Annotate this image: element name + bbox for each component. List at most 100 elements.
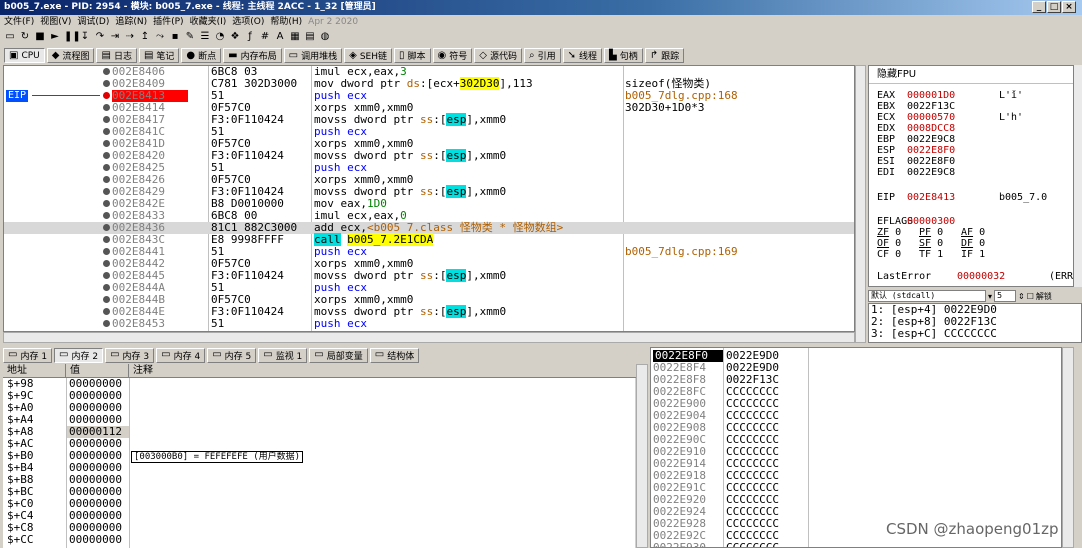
register-row[interactable]: EBP 0022E9C8 <box>877 134 999 145</box>
chevron-down-icon[interactable]: ▾ <box>988 292 992 301</box>
notepad-icon[interactable]: ▤ <box>304 31 316 43</box>
register-value[interactable]: 0022E9C8 <box>907 134 999 145</box>
bookmark-icon[interactable]: ❖ <box>229 31 241 43</box>
menu-item[interactable]: 收藏夹(I) <box>190 15 227 29</box>
fpu-toggle-header[interactable]: 隐藏FPU <box>869 66 1073 84</box>
breakpoint-dot-icon[interactable] <box>103 200 110 207</box>
flag[interactable]: ZF 0 <box>877 227 919 238</box>
minimize-button[interactable]: _ <box>1032 1 1046 13</box>
register-row[interactable]: ESI 0022E8F0 <box>877 156 999 167</box>
breakpoint-dot-icon[interactable] <box>103 308 110 315</box>
tab-notes[interactable]: ▤ 笔记 <box>138 48 180 63</box>
disasm-vertical-scrollbar[interactable] <box>855 65 866 343</box>
tab-内存-1[interactable]: ▭ 内存 1 <box>3 347 53 363</box>
flag[interactable]: OF 0 <box>877 238 919 249</box>
flag[interactable]: TF 1 <box>919 249 961 260</box>
help-icon[interactable]: ◍ <box>319 31 331 43</box>
flag[interactable]: AF 0 <box>961 227 1003 238</box>
register-value[interactable]: 00000032 <box>957 271 1049 282</box>
stop-icon[interactable]: ■ <box>34 31 46 43</box>
menu-item[interactable]: 选项(O) <box>232 15 264 29</box>
breakpoint-dot-icon[interactable] <box>103 116 110 123</box>
trace-into-icon[interactable]: ⇥ <box>109 31 121 43</box>
flag[interactable]: CF 0 <box>877 249 919 260</box>
breakpoint-dot-icon[interactable] <box>103 188 110 195</box>
breakpoint-dot-icon[interactable] <box>103 212 110 219</box>
run-icon[interactable]: ► <box>49 31 61 43</box>
spinner-arrows-icon[interactable]: ⇕ <box>1018 292 1025 301</box>
register-value[interactable]: 0022F13C <box>907 101 999 112</box>
breakpoint-dot-icon[interactable] <box>103 176 110 183</box>
hash-icon[interactable]: # <box>259 31 271 43</box>
stack-view[interactable]: 0022E8F0 0022E9D0 0022E8F4 0022E9D0 0022E8F8… <box>650 347 1062 548</box>
calling-convention-select[interactable]: 默认 (stdcall) <box>868 290 986 302</box>
calculator-icon[interactable]: ▦ <box>289 31 301 43</box>
tab-threads[interactable]: ➘ 线程 <box>562 48 603 63</box>
column-header-comment[interactable]: 注释 <box>129 364 635 377</box>
label-icon[interactable]: ◔ <box>214 31 226 43</box>
menu-item[interactable]: 帮助(H) <box>270 15 302 29</box>
breakpoint-dot-icon[interactable] <box>103 260 110 267</box>
breakpoint-dot-icon[interactable] <box>103 272 110 279</box>
stack-scrollbar[interactable] <box>1062 347 1074 548</box>
breakpoint-dot-icon[interactable] <box>103 320 110 327</box>
tab-source[interactable]: ◇ 源代码 <box>474 48 522 63</box>
tab-seh[interactable]: ◈ SEH链 <box>344 48 392 63</box>
tab-局部变量[interactable]: ▭ 局部变量 <box>309 347 368 363</box>
tab-cpu[interactable]: ▣ CPU <box>4 48 45 63</box>
breakpoint-dot-icon[interactable] <box>103 248 110 255</box>
memory-row[interactable]: $+CC 00000000 <box>3 534 635 546</box>
register-row[interactable]: ESP 0022E8F0 <box>877 145 999 156</box>
tab-handles[interactable]: ▙ 句柄 <box>604 48 643 63</box>
tab-script[interactable]: ▯ 脚本 <box>393 48 431 63</box>
register-row[interactable]: EIP 002E8413 b005_7.0 <box>877 192 1047 203</box>
breakpoint-dot-icon[interactable] <box>103 284 110 291</box>
register-value[interactable]: 000001D0 <box>907 90 999 101</box>
close-button[interactable]: × <box>1062 1 1076 13</box>
call-arguments-list[interactable]: 1: [esp+4] 0022E9D0 2: [esp+8] 0022F13C 3:… <box>868 303 1082 343</box>
column-header-address[interactable]: 地址 <box>3 364 66 377</box>
scylla-icon[interactable]: ▪ <box>169 31 181 43</box>
breakpoint-dot-icon[interactable] <box>103 224 110 231</box>
tab-symbols[interactable]: ◉ 符号 <box>432 48 473 63</box>
patch-icon[interactable]: ✎ <box>184 31 196 43</box>
disasm-horizontal-scrollbar[interactable] <box>3 332 855 343</box>
trace-over-icon[interactable]: ⇢ <box>124 31 136 43</box>
tab-内存-4[interactable]: ▭ 内存 4 <box>156 347 206 363</box>
register-row[interactable]: EDX 0008DCC8 <box>877 123 999 134</box>
tab-breakpoint[interactable]: ● 断点 <box>181 48 222 63</box>
function-icon[interactable]: ƒ <box>244 31 256 43</box>
tab-log[interactable]: ▤ 日志 <box>96 48 137 63</box>
register-row[interactable]: EBX 0022F13C <box>877 101 999 112</box>
tab-内存-2[interactable]: ▭ 内存 2 <box>54 347 104 363</box>
call-arg[interactable]: 3: [esp+C] CCCCCCCC <box>869 328 1081 340</box>
flag[interactable]: SF 0 <box>919 238 961 249</box>
register-value[interactable]: 00000570 <box>907 112 999 123</box>
register-value[interactable]: 0022E8F0 <box>907 145 999 156</box>
column-header-value[interactable]: 值 <box>66 364 129 377</box>
tab-结构体[interactable]: ▭ 结构体 <box>369 347 420 363</box>
breakpoint-dot-icon[interactable] <box>103 80 110 87</box>
register-row[interactable]: EFLAGS00000300 <box>877 216 999 227</box>
register-value[interactable]: 0022E9C8 <box>907 167 999 178</box>
register-value[interactable]: 0022E8F0 <box>907 156 999 167</box>
tab-memory-map[interactable]: ▬ 内存布局 <box>223 48 282 63</box>
flag[interactable]: PF 0 <box>919 227 961 238</box>
register-row[interactable]: EDI 0022E9C8 <box>877 167 999 178</box>
arg-count-spinner[interactable]: 5 <box>994 290 1017 302</box>
font-icon[interactable]: A <box>274 31 286 43</box>
disassembly-view[interactable]: 002E8406 6BC8 03 imul ecx,eax,3 002E8409 C78… <box>3 65 855 332</box>
tab-监视-1[interactable]: ▭ 监视 1 <box>258 347 308 363</box>
step-into-icon[interactable]: ↧ <box>79 31 91 43</box>
breakpoint-dot-icon[interactable] <box>103 104 110 111</box>
run-to-user-code-icon[interactable]: ⤳ <box>154 31 166 43</box>
open-icon[interactable]: ▭ <box>4 31 16 43</box>
register-value[interactable]: 002E8413 <box>907 192 999 203</box>
breakpoint-dot-icon[interactable] <box>103 68 110 75</box>
menu-item[interactable]: 视图(V) <box>40 15 71 29</box>
maximize-button[interactable]: □ <box>1047 1 1061 13</box>
step-over-icon[interactable]: ↷ <box>94 31 106 43</box>
breakpoint-dot-icon[interactable] <box>103 140 110 147</box>
execute-till-return-icon[interactable]: ↥ <box>139 31 151 43</box>
pause-icon[interactable]: ❚❚ <box>64 31 81 43</box>
